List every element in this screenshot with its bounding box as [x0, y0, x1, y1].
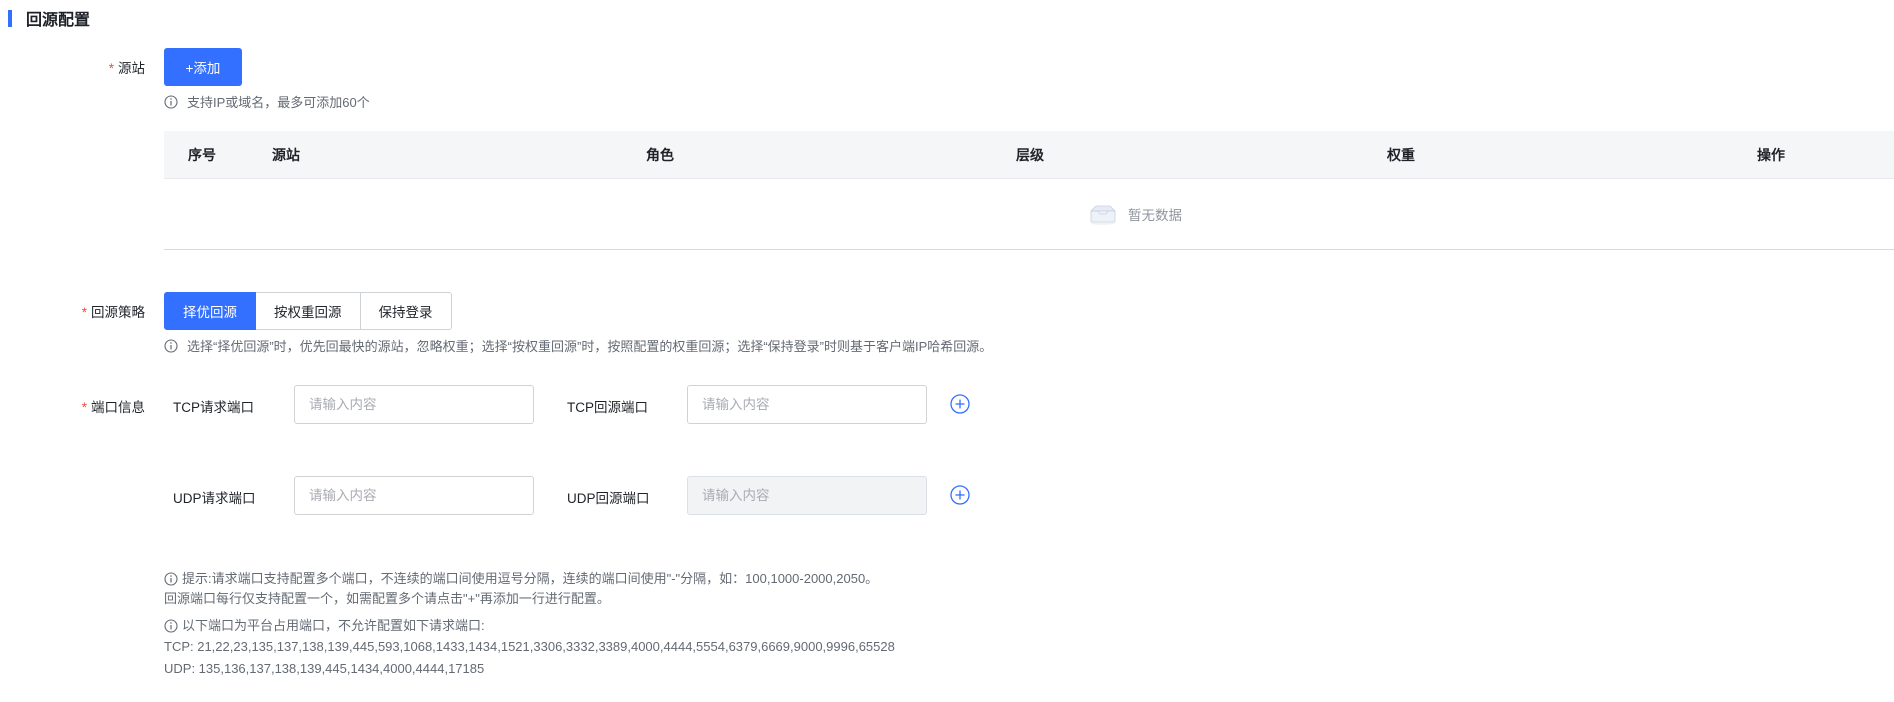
- strategy-hint-text: 选择“择优回源”时，优先回最快的源站，忽略权重；选择“按权重回源”时，按照配置的…: [187, 339, 993, 354]
- add-udp-port-row-icon[interactable]: [950, 485, 970, 505]
- required-mark: *: [108, 61, 114, 76]
- add-origin-button[interactable]: +添加: [164, 48, 242, 86]
- empty-text: 暂无数据: [1128, 208, 1182, 223]
- udp-origin-port-label: UDP回源端口: [567, 491, 650, 506]
- column-header-index: 序号: [188, 146, 216, 163]
- tcp-origin-port-input[interactable]: [687, 385, 927, 424]
- tcp-request-port-input[interactable]: [294, 385, 534, 424]
- strategy-option-weight[interactable]: 按权重回源: [255, 292, 361, 330]
- column-header-origin: 源站: [272, 146, 300, 163]
- tcp-origin-port-label: TCP回源端口: [567, 400, 648, 415]
- origin-hint-text: 支持IP或域名，最多可添加60个: [187, 95, 370, 110]
- section-title: 回源配置: [26, 12, 91, 29]
- port-tip-line1: 提示:请求端口支持配置多个端口，不连续的端口间使用逗号分隔，连续的端口间使用"-…: [164, 570, 878, 588]
- add-tcp-port-row-icon[interactable]: [950, 394, 970, 414]
- column-header-level: 层级: [1016, 146, 1044, 163]
- empty-box-icon: [1090, 205, 1116, 225]
- origin-table: 序号 源站 角色 层级 权重 操作 暂无数据: [164, 131, 1894, 250]
- info-circle-icon: [164, 338, 178, 353]
- table-body: 暂无数据: [164, 178, 1894, 250]
- info-circle-icon: [164, 572, 178, 586]
- ports-label: * 端口信息: [82, 396, 145, 416]
- origin-hint: 支持IP或域名，最多可添加60个: [164, 92, 370, 111]
- info-circle-icon: [164, 619, 178, 633]
- strategy-label: * 回源策略: [82, 301, 145, 321]
- column-header-weight: 权重: [1387, 146, 1415, 163]
- port-tip-line2: 回源端口每行仅支持配置一个，如需配置多个请点击"+"再添加一行进行配置。: [164, 591, 610, 606]
- reserved-ports-title: 以下端口为平台占用端口，不允许配置如下请求端口:: [164, 617, 485, 635]
- udp-reserved-ports: UDP: 135,136,137,138,139,445,1434,4000,4…: [164, 661, 485, 676]
- strategy-segmented-control: 择优回源 按权重回源 保持登录: [164, 292, 452, 330]
- required-mark: *: [81, 305, 87, 320]
- info-circle-icon: [164, 94, 178, 109]
- origin-label: * 源站: [109, 57, 145, 77]
- strategy-option-keep-login[interactable]: 保持登录: [359, 292, 452, 330]
- column-header-role: 角色: [646, 146, 674, 163]
- udp-origin-port-input: [687, 476, 927, 515]
- port-tip-text-1: 提示:请求端口支持配置多个端口，不连续的端口间使用逗号分隔，连续的端口间使用"-…: [182, 571, 879, 586]
- udp-request-port-input[interactable]: [294, 476, 534, 515]
- table-header: 序号 源站 角色 层级 权重 操作: [164, 131, 1894, 178]
- empty-state: 暂无数据: [1088, 203, 1182, 225]
- strategy-label-text: 回源策略: [91, 305, 145, 320]
- section-accent-bar: [8, 9, 12, 27]
- strategy-hint: 选择“择优回源”时，优先回最快的源站，忽略权重；选择“按权重回源”时，按照配置的…: [164, 336, 992, 355]
- reserved-ports-title-text: 以下端口为平台占用端口，不允许配置如下请求端口:: [182, 618, 485, 633]
- required-mark: *: [81, 400, 87, 415]
- column-header-actions: 操作: [1757, 146, 1785, 163]
- tcp-request-port-label: TCP请求端口: [173, 400, 254, 415]
- section-header: 回源配置: [8, 8, 91, 29]
- origin-label-text: 源站: [118, 61, 145, 76]
- tcp-reserved-ports: TCP: 21,22,23,135,137,138,139,445,593,10…: [164, 639, 895, 654]
- udp-request-port-label: UDP请求端口: [173, 491, 256, 506]
- ports-label-text: 端口信息: [91, 400, 145, 415]
- origin-config-page: 回源配置 * 源站 +添加 支持IP或域名，最多可添加60个 序号 源站 角色 层…: [0, 0, 1894, 702]
- strategy-option-optimal[interactable]: 择优回源: [164, 292, 256, 330]
